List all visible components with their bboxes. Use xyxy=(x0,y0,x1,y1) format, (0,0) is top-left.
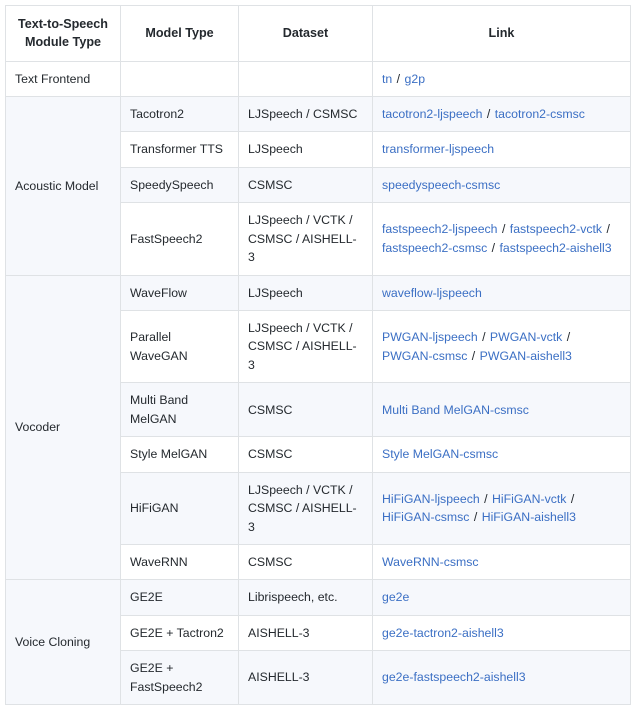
model-type-cell: Parallel WaveGAN xyxy=(121,311,239,383)
model-link[interactable]: HiFiGAN-ljspeech xyxy=(382,492,480,506)
model-type-cell: WaveRNN xyxy=(121,544,239,579)
column-header-model-type: Model Type xyxy=(121,6,239,62)
dataset-cell: LJSpeech xyxy=(239,132,373,167)
dataset-cell: CSMSC xyxy=(239,437,373,472)
model-link[interactable]: PWGAN-vctk xyxy=(490,330,562,344)
link-cell: tacotron2-ljspeech / tacotron2-csmsc xyxy=(373,96,631,131)
model-link[interactable]: fastspeech2-aishell3 xyxy=(500,241,612,255)
dataset-cell: AISHELL-3 xyxy=(239,651,373,705)
model-type-cell: HiFiGAN xyxy=(121,472,239,544)
model-type-cell: SpeedySpeech xyxy=(121,167,239,202)
module-type-cell: Acoustic Model xyxy=(6,96,121,275)
model-link[interactable]: Style MelGAN-csmsc xyxy=(382,447,498,461)
model-link[interactable]: fastspeech2-vctk xyxy=(510,222,602,236)
module-type-cell: Text Frontend xyxy=(6,61,121,96)
link-cell: ge2e-tactron2-aishell3 xyxy=(373,615,631,650)
dataset-cell: AISHELL-3 xyxy=(239,615,373,650)
models-table-container: Text-to-Speech Module Type Model Type Da… xyxy=(5,5,630,705)
model-type-cell: FastSpeech2 xyxy=(121,203,239,275)
model-type-cell: GE2E + FastSpeech2 xyxy=(121,651,239,705)
table-header-row: Text-to-Speech Module Type Model Type Da… xyxy=(6,6,631,62)
model-link[interactable]: ge2e xyxy=(382,590,409,604)
column-header-link: Link xyxy=(373,6,631,62)
dataset-cell: LJSpeech / VCTK / CSMSC / AISHELL-3 xyxy=(239,311,373,383)
dataset-cell xyxy=(239,61,373,96)
model-type-cell: Transformer TTS xyxy=(121,132,239,167)
model-link[interactable]: HiFiGAN-csmsc xyxy=(382,510,469,524)
model-link[interactable]: fastspeech2-csmsc xyxy=(382,241,487,255)
model-type-cell xyxy=(121,61,239,96)
table-row: Acoustic ModelTacotron2LJSpeech / CSMSCt… xyxy=(6,96,631,131)
model-type-cell: GE2E xyxy=(121,580,239,615)
link-cell: waveflow-ljspeech xyxy=(373,275,631,310)
link-separator: / xyxy=(498,222,510,236)
model-link[interactable]: ge2e-tactron2-aishell3 xyxy=(382,626,504,640)
model-link[interactable]: transformer-ljspeech xyxy=(382,142,494,156)
model-link[interactable]: tacotron2-csmsc xyxy=(495,107,585,121)
dataset-cell: CSMSC xyxy=(239,544,373,579)
model-link[interactable]: PWGAN-csmsc xyxy=(382,349,467,363)
dataset-cell: LJSpeech / CSMSC xyxy=(239,96,373,131)
tts-models-table: Text-to-Speech Module Type Model Type Da… xyxy=(5,5,631,705)
model-link[interactable]: waveflow-ljspeech xyxy=(382,286,482,300)
dataset-cell: CSMSC xyxy=(239,383,373,437)
model-link[interactable]: ge2e-fastspeech2-aishell3 xyxy=(382,670,526,684)
table-row: Voice CloningGE2ELibrispeech, etc.ge2e xyxy=(6,580,631,615)
link-separator: / xyxy=(562,330,571,344)
link-separator: / xyxy=(602,222,611,236)
link-separator: / xyxy=(480,492,492,506)
column-header-dataset: Dataset xyxy=(239,6,373,62)
column-header-module-type: Text-to-Speech Module Type xyxy=(6,6,121,62)
model-link[interactable]: PWGAN-aishell3 xyxy=(480,349,572,363)
model-link[interactable]: tn xyxy=(382,72,392,86)
link-separator: / xyxy=(467,349,479,363)
link-cell: transformer-ljspeech xyxy=(373,132,631,167)
link-separator: / xyxy=(478,330,490,344)
link-cell: ge2e xyxy=(373,580,631,615)
link-separator: / xyxy=(469,510,481,524)
model-link[interactable]: WaveRNN-csmsc xyxy=(382,555,479,569)
table-body: Text Frontendtn / g2pAcoustic ModelTacot… xyxy=(6,61,631,705)
model-link[interactable]: HiFiGAN-vctk xyxy=(492,492,566,506)
model-link[interactable]: PWGAN-ljspeech xyxy=(382,330,478,344)
dataset-cell: CSMSC xyxy=(239,167,373,202)
model-link[interactable]: fastspeech2-ljspeech xyxy=(382,222,498,236)
link-cell: PWGAN-ljspeech / PWGAN-vctk / PWGAN-csms… xyxy=(373,311,631,383)
link-cell: Style MelGAN-csmsc xyxy=(373,437,631,472)
model-type-cell: Tacotron2 xyxy=(121,96,239,131)
table-row: VocoderWaveFlowLJSpeechwaveflow-ljspeech xyxy=(6,275,631,310)
dataset-cell: LJSpeech / VCTK / CSMSC / AISHELL-3 xyxy=(239,203,373,275)
link-separator: / xyxy=(487,241,499,255)
dataset-cell: Librispeech, etc. xyxy=(239,580,373,615)
link-cell: HiFiGAN-ljspeech / HiFiGAN-vctk / HiFiGA… xyxy=(373,472,631,544)
model-type-cell: WaveFlow xyxy=(121,275,239,310)
link-cell: speedyspeech-csmsc xyxy=(373,167,631,202)
link-cell: ge2e-fastspeech2-aishell3 xyxy=(373,651,631,705)
link-separator: / xyxy=(482,107,494,121)
link-separator: / xyxy=(566,492,575,506)
link-cell: Multi Band MelGAN-csmsc xyxy=(373,383,631,437)
link-cell: fastspeech2-ljspeech / fastspeech2-vctk … xyxy=(373,203,631,275)
model-type-cell: Style MelGAN xyxy=(121,437,239,472)
link-separator: / xyxy=(392,72,404,86)
model-link[interactable]: Multi Band MelGAN-csmsc xyxy=(382,403,529,417)
link-cell: WaveRNN-csmsc xyxy=(373,544,631,579)
module-type-cell: Voice Cloning xyxy=(6,580,121,705)
model-link[interactable]: speedyspeech-csmsc xyxy=(382,178,500,192)
link-cell: tn / g2p xyxy=(373,61,631,96)
model-link[interactable]: g2p xyxy=(405,72,426,86)
model-link[interactable]: tacotron2-ljspeech xyxy=(382,107,482,121)
model-type-cell: GE2E + Tactron2 xyxy=(121,615,239,650)
module-type-cell: Vocoder xyxy=(6,275,121,580)
model-link[interactable]: HiFiGAN-aishell3 xyxy=(482,510,576,524)
dataset-cell: LJSpeech / VCTK / CSMSC / AISHELL-3 xyxy=(239,472,373,544)
dataset-cell: LJSpeech xyxy=(239,275,373,310)
table-row: Text Frontend tn / g2p xyxy=(6,61,631,96)
table-header: Text-to-Speech Module Type Model Type Da… xyxy=(6,6,631,62)
model-type-cell: Multi Band MelGAN xyxy=(121,383,239,437)
